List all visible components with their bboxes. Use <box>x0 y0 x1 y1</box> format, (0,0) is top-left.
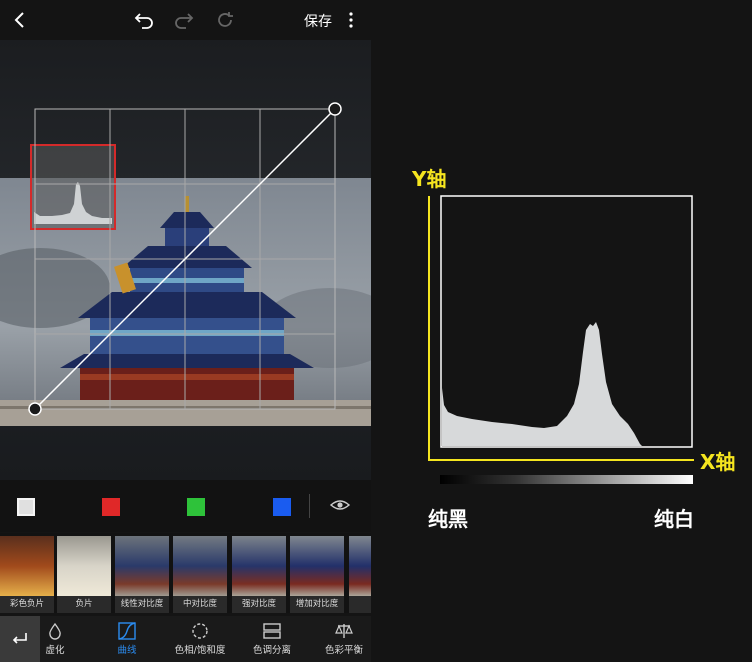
curve-presets-strip: 彩色负片 负片 线性对比度 中对比度 强对比度 增加对比度 较 <box>0 533 371 613</box>
preset-label: 线性对比度 <box>115 596 169 613</box>
histogram-diagram: Y轴 X轴 纯黑 纯白 <box>372 0 752 662</box>
top-toolbar: 保存 <box>0 0 371 40</box>
preset-thumbnail <box>290 536 344 596</box>
eye-icon[interactable] <box>329 497 351 517</box>
histogram-chart <box>428 195 694 461</box>
photo-editor-screen: 保存 彩色负片 负片 线性对比度 中对比度 强对比度 增加对比度 虚化 曲线 色… <box>0 0 371 662</box>
preset-thumbnail <box>57 536 111 596</box>
tool-label: 色相/饱和度 <box>174 645 226 656</box>
preset-medium-contrast[interactable]: 中对比度 <box>173 536 227 613</box>
redo-icon[interactable] <box>172 8 196 32</box>
preset-label: 中对比度 <box>173 596 227 613</box>
x-axis-label: X轴 <box>700 450 736 474</box>
tool-hue-saturation[interactable]: 色相/饱和度 <box>170 616 230 662</box>
tool-curves[interactable]: 曲线 <box>110 616 144 662</box>
curve-point-white <box>328 102 342 116</box>
pure-white-label: 纯白 <box>654 507 694 531</box>
preset-thumbnail <box>232 536 286 596</box>
tone-gradient-bar <box>440 475 693 484</box>
preset-negative[interactable]: 负片 <box>57 536 111 613</box>
tool-split-tone[interactable]: 色调分离 <box>249 616 295 662</box>
drop-icon <box>49 622 61 640</box>
return-arrow-icon <box>12 633 27 644</box>
preset-label: 强对比度 <box>232 596 286 613</box>
edit-canvas[interactable] <box>0 40 371 480</box>
channel-rgb-swatch[interactable] <box>17 498 35 516</box>
divider <box>309 494 310 518</box>
preset-thumbnail <box>115 536 169 596</box>
balance-icon <box>335 624 353 638</box>
split-tone-icon <box>263 623 281 639</box>
preset-color-negative[interactable]: 彩色负片 <box>0 536 54 613</box>
preset-label: 彩色负片 <box>0 596 54 613</box>
hue-circle-icon <box>192 623 208 639</box>
tool-label: 色彩平衡 <box>324 645 363 656</box>
preset-thumbnail <box>349 536 371 596</box>
curve-icon <box>118 622 136 640</box>
tool-label: 虚化 <box>45 645 65 656</box>
preset-thumbnail <box>173 536 227 596</box>
preset-label: 负片 <box>57 596 111 613</box>
preset-linear-contrast[interactable]: 线性对比度 <box>115 536 169 613</box>
preset-strong-contrast[interactable]: 强对比度 <box>232 536 286 613</box>
undo-icon[interactable] <box>132 8 156 32</box>
channel-red-swatch[interactable] <box>102 498 120 516</box>
save-button[interactable]: 保存 <box>304 11 332 31</box>
preset-label: 较 <box>349 596 371 613</box>
tool-label: 色调分离 <box>252 645 291 656</box>
channel-selector <box>0 480 371 532</box>
channel-blue-swatch[interactable] <box>273 498 291 516</box>
tool-navigation: 虚化 曲线 色相/饱和度 色调分离 色彩平衡 <box>0 616 371 662</box>
preset-label: 增加对比度 <box>290 596 344 613</box>
tool-blur[interactable]: 虚化 <box>40 616 70 662</box>
preset-partial[interactable]: 较 <box>349 536 371 613</box>
preset-thumbnail <box>0 536 54 596</box>
tone-curve-editor[interactable] <box>0 40 371 480</box>
tool-color-balance[interactable]: 色彩平衡 <box>321 616 367 662</box>
back-chevron-icon[interactable] <box>8 8 32 32</box>
return-button[interactable] <box>0 616 40 662</box>
more-vertical-icon[interactable] <box>339 8 363 32</box>
reset-icon[interactable] <box>213 8 237 32</box>
curve-point-black <box>28 402 42 416</box>
channel-green-swatch[interactable] <box>187 498 205 516</box>
tool-label: 曲线 <box>117 645 137 656</box>
pure-black-label: 纯黑 <box>428 507 468 531</box>
preset-increase-contrast[interactable]: 增加对比度 <box>290 536 344 613</box>
